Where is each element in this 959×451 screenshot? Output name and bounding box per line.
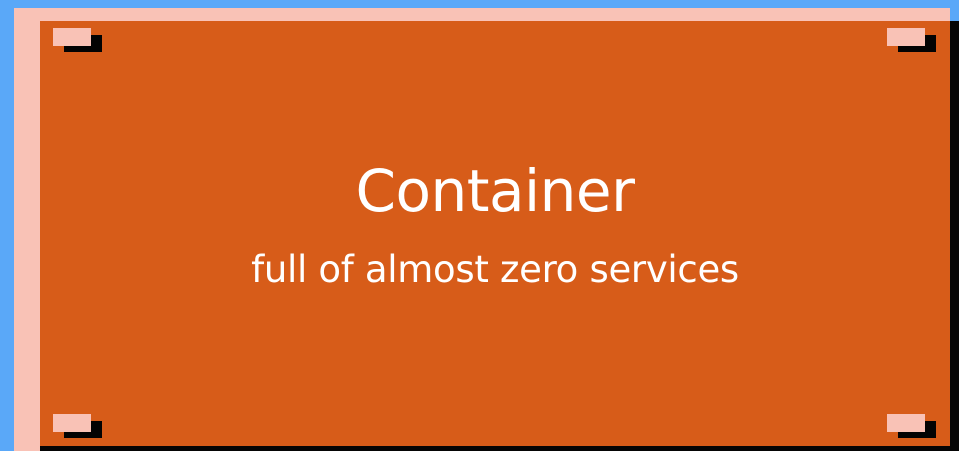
- corner-tab-bottom-right: [887, 414, 936, 438]
- container-title: Container: [355, 157, 635, 225]
- corner-tab-face: [53, 414, 91, 432]
- corner-tab-top-left: [53, 28, 102, 52]
- corner-tab-face: [887, 414, 925, 432]
- container-box: [40, 21, 950, 446]
- corner-tab-face: [887, 28, 925, 46]
- corner-tab-bottom-left: [53, 414, 102, 438]
- corner-tab-top-right: [887, 28, 936, 52]
- corner-tab-face: [53, 28, 91, 46]
- container-subtitle: full of almost zero services: [251, 248, 739, 291]
